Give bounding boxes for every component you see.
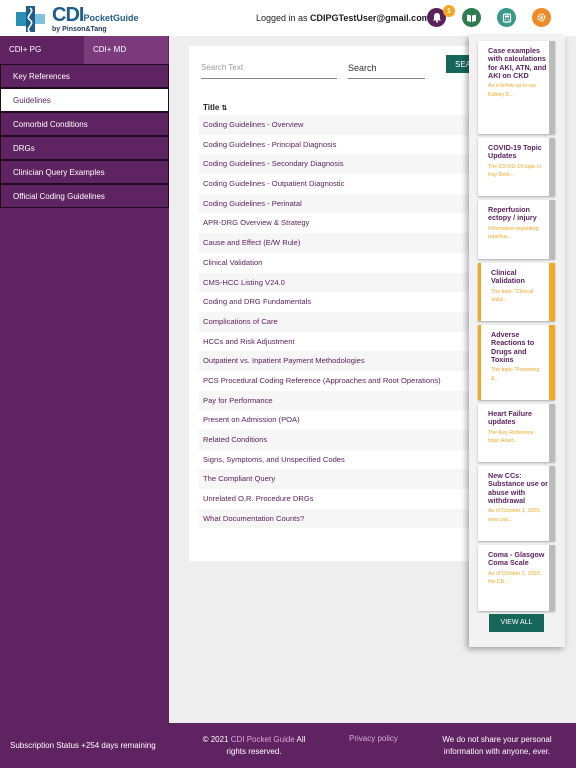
table-row[interactable]: Cause and Effect (E/W Rule) — [199, 233, 499, 253]
table-row[interactable]: Signs, Symptoms, and Unspecified Codes — [199, 450, 499, 470]
privacy-statement: We do not share your personal informatio… — [442, 735, 552, 756]
cdi-pocket-guide-link[interactable]: CDI Pocket Guide — [231, 735, 295, 744]
notification-title: Adverse Reactions to Drugs and Toxins — [491, 330, 535, 364]
table-row[interactable]: Coding and DRG Fundamentals — [199, 292, 499, 312]
notification-title: Reperfusion ectopy / injury — [488, 205, 537, 223]
notification-card[interactable]: Case examples with calculations for AKI,… — [478, 41, 555, 134]
notification-desc: As a follow-up to our Kidney D... — [488, 83, 537, 98]
sort-icon: ⇅ — [221, 105, 228, 112]
table-row[interactable]: Complications of Care — [199, 311, 499, 332]
sidebar-item-official-coding-guidelines[interactable]: Official Coding Guidelines — [0, 184, 169, 208]
notification-title: Heart Failure updates — [488, 409, 532, 427]
table-row[interactable]: HCCs and Risk Adjustment — [199, 332, 499, 352]
view-all-button[interactable]: VIEW ALL — [489, 614, 544, 632]
search-field-select[interactable]: Search — [348, 60, 425, 79]
table-row[interactable]: Coding Guidelines - Overview — [199, 115, 499, 135]
sidebar: CDI+ PG CDI+ MD Key References Guideline… — [0, 36, 169, 723]
sidebar-item-drgs[interactable]: DRGs — [0, 136, 169, 160]
table-row[interactable]: Present on Admission (POA) — [199, 410, 499, 430]
table-row[interactable]: Unrelated O.R. Procedure DRGs — [199, 489, 499, 509]
privacy-policy-link[interactable]: Privacy policy — [349, 734, 398, 743]
table-row[interactable]: Outpatient vs. Inpatient Payment Methodo… — [199, 351, 499, 371]
settings-button[interactable] — [532, 8, 551, 27]
table-row[interactable]: What Documentation Counts? — [199, 508, 499, 529]
table-row[interactable]: Related Conditions — [199, 430, 499, 450]
gear-icon — [537, 13, 546, 22]
search-input[interactable]: Search Text — [201, 60, 337, 79]
notification-desc: The Key Reference topic Heart... — [488, 429, 534, 445]
caduceus-icon — [14, 4, 48, 34]
table-row[interactable]: PCS Procedural Coding Reference (Approac… — [199, 371, 499, 391]
card-status-strip — [549, 138, 555, 196]
guidelines-table: Coding Guidelines - Overview Coding Guid… — [199, 115, 499, 529]
notification-title: Clinical Validation — [491, 268, 525, 286]
logged-in-prefix: Logged in as — [256, 13, 311, 23]
table-row[interactable]: The Compliant Query — [199, 469, 499, 490]
notifications-popup: Case examples with calculations for AKI,… — [469, 36, 565, 647]
notification-card[interactable]: COVID-19 Topic Updates The COVID-19 topi… — [478, 138, 555, 196]
card-status-strip — [549, 404, 555, 462]
table-row[interactable]: Clinical Validation — [199, 253, 499, 273]
user-email: CDIPGTestUser@gmail.com — [310, 13, 430, 23]
key-references-button[interactable] — [462, 8, 481, 27]
app-footer: Subscription Status +254 days remaining … — [0, 723, 576, 768]
logo-cdi-text: CDI — [52, 4, 84, 26]
notification-title: COVID-19 Topic Updates — [488, 143, 542, 161]
sidebar-item-clinician-query-examples[interactable]: Clinician Query Examples — [0, 160, 169, 184]
guidelines-panel: Search Text Search SEA Title ⇅ Coding Gui… — [189, 46, 509, 561]
calculator-button[interactable] — [497, 8, 516, 27]
table-row[interactable]: APR-DRG Overview & Strategy — [199, 213, 499, 233]
bell-icon — [432, 13, 441, 23]
table-row[interactable]: Coding Guidelines - Principal Diagnosis — [199, 135, 499, 155]
notification-card[interactable]: Clinical Validation The topic "Clinical … — [478, 263, 555, 321]
notification-title: Case examples with calculations for AKI,… — [488, 46, 547, 80]
card-status-strip — [549, 263, 555, 321]
card-status-strip — [549, 466, 555, 541]
title-header-label: Title — [203, 103, 220, 112]
copyright-prefix: © 2021 — [202, 735, 231, 744]
tab-cdi-md[interactable]: CDI+ MD — [84, 36, 168, 64]
cdi-pocket-guide-logo[interactable]: CDIPocketGuide by Pinson&Tang — [14, 3, 138, 35]
card-status-strip — [549, 41, 555, 134]
notification-desc: The topic "Poisoning &... — [491, 367, 540, 382]
table-row[interactable]: Coding Guidelines - Perinatal — [199, 193, 499, 214]
notification-card[interactable]: Adverse Reactions to Drugs and Toxins Th… — [478, 325, 555, 400]
notification-desc: As of October 1, 2020, new cod... — [488, 508, 541, 523]
notification-desc: As of October 1, 2020, the CB... — [488, 570, 541, 586]
table-row[interactable]: Pay for Performance — [199, 390, 499, 411]
logged-in-status: Logged in as CDIPGTestUser@gmail.com — [256, 13, 430, 23]
notification-desc: The COVID-19 topic in Key Refe... — [488, 163, 542, 179]
card-status-strip — [549, 325, 555, 400]
notification-card[interactable]: New CCs: Substance use or abuse with wit… — [478, 466, 555, 541]
sidebar-tabs: CDI+ PG CDI+ MD — [0, 36, 169, 64]
calculator-icon — [502, 12, 511, 23]
card-status-strip — [549, 545, 555, 611]
notification-desc: Information regarding reperfus... — [488, 225, 539, 241]
logo-byline: by Pinson&Tang — [52, 26, 107, 33]
title-column-header[interactable]: Title ⇅ — [203, 103, 227, 112]
notification-card[interactable]: Heart Failure updates The Key Reference … — [478, 404, 555, 462]
table-row[interactable]: Coding Guidelines - Secondary Diagnosis — [199, 154, 499, 175]
notification-title: New CCs: Substance use or abuse with wit… — [488, 471, 548, 505]
book-icon — [467, 14, 476, 22]
card-status-strip — [549, 200, 555, 259]
tab-cdi-pg[interactable]: CDI+ PG — [0, 36, 84, 64]
table-row[interactable]: Coding Guidelines - Outpatient Diagnosti… — [199, 174, 499, 194]
notification-desc: The topic "Clinical Valid... — [491, 288, 534, 304]
notification-card[interactable]: Reperfusion ectopy / injury Information … — [478, 200, 555, 259]
subscription-status: Subscription Status +254 days remaining — [10, 741, 156, 750]
notification-count-badge: 1 — [443, 5, 455, 17]
copyright-notice: © 2021 CDI Pocket Guide All rights reser… — [198, 734, 310, 757]
sidebar-item-guidelines[interactable]: Guidelines — [0, 88, 169, 112]
notification-card[interactable]: Coma - Glasgow Coma Scale As of October … — [478, 545, 555, 611]
table-row[interactable]: CMS-HCC Listing V24.0 — [199, 272, 499, 293]
notification-title: Coma - Glasgow Coma Scale — [488, 550, 545, 568]
sidebar-item-comorbid-conditions[interactable]: Comorbid Conditions — [0, 112, 169, 136]
sidebar-item-key-references[interactable]: Key References — [0, 64, 169, 88]
app-header: CDIPocketGuide by Pinson&Tang Logged in … — [0, 0, 576, 36]
logo-pocketguide-text: PocketGuide — [83, 13, 139, 23]
